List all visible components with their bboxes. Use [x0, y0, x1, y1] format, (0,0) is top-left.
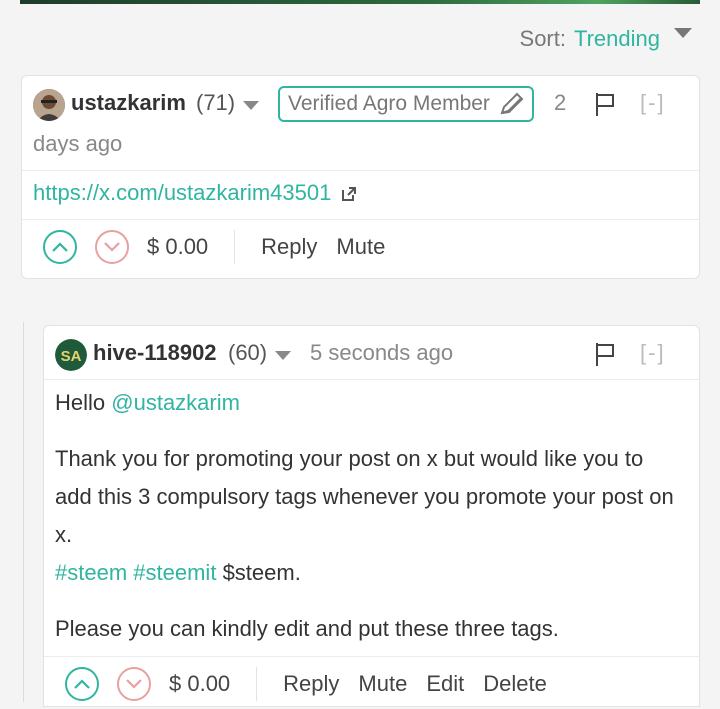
- reply-link[interactable]: Reply: [283, 671, 339, 697]
- mute-link[interactable]: Mute: [358, 671, 407, 697]
- chevron-down-icon: [104, 242, 120, 252]
- divider: [234, 230, 236, 264]
- pencil-icon: [500, 92, 524, 115]
- author-menu-caret-icon[interactable]: [243, 101, 259, 110]
- chevron-down-icon: [126, 679, 142, 689]
- edit-link[interactable]: Edit: [426, 671, 464, 697]
- divider: [22, 170, 699, 171]
- tags-line: #steem #steemit $steem.: [55, 554, 679, 592]
- greeting-line: Hello @ustazkarim: [55, 384, 679, 422]
- sort-dropdown-icon[interactable]: [674, 28, 692, 38]
- comment-link[interactable]: https://x.com/ustazkarim43501: [33, 180, 331, 205]
- flag-icon[interactable]: [594, 91, 616, 117]
- downvote-button[interactable]: [117, 667, 151, 701]
- avatar[interactable]: SA: [55, 339, 87, 371]
- body-paragraph: Thank you for promoting your post on x b…: [55, 446, 674, 547]
- sort-label: Sort:: [519, 26, 566, 51]
- tag-link[interactable]: #steemit: [133, 560, 216, 585]
- external-link-icon: [342, 187, 357, 201]
- comment-time: 5 seconds ago: [310, 340, 454, 365]
- delete-link[interactable]: Delete: [483, 671, 547, 697]
- divider: [22, 219, 699, 220]
- chevron-up-icon: [74, 679, 90, 689]
- token-text: $steem.: [222, 560, 301, 585]
- comment-author[interactable]: hive-118902: [93, 340, 217, 366]
- post-image-strip: [20, 0, 700, 4]
- divider: [256, 667, 258, 701]
- comment-card: ustazkarim (71) Verified Agro Member 2 […: [21, 75, 700, 279]
- svg-text:SA: SA: [61, 348, 82, 365]
- author-reputation: (60): [228, 340, 268, 365]
- member-badge: Verified Agro Member: [278, 86, 534, 122]
- divider: [44, 379, 699, 380]
- comment-body: https://x.com/ustazkarim43501: [33, 174, 679, 212]
- avatar[interactable]: [33, 89, 65, 121]
- collapse-toggle[interactable]: [-]: [640, 90, 666, 116]
- author-reputation: (71): [196, 90, 236, 115]
- thread-line: [23, 322, 24, 702]
- sort-control[interactable]: Sort: Trending: [520, 24, 692, 54]
- comment-footer: $ 0.00 Reply Mute Edit Delete: [44, 659, 699, 709]
- divider: [44, 656, 699, 657]
- closing-paragraph: Please you can kindly edit and put these…: [55, 616, 559, 641]
- payout-value[interactable]: $ 0.00: [169, 671, 230, 697]
- author-menu-caret-icon[interactable]: [275, 351, 291, 360]
- chevron-up-icon: [52, 242, 68, 252]
- downvote-button[interactable]: [95, 230, 129, 264]
- sort-value[interactable]: Trending: [574, 26, 660, 52]
- upvote-button[interactable]: [43, 230, 77, 264]
- payout-value[interactable]: $ 0.00: [147, 234, 208, 260]
- mention-link[interactable]: @ustazkarim: [111, 390, 240, 415]
- tag-link[interactable]: #steem: [55, 560, 127, 585]
- comment-card: SA hive-118902 (60) 5 seconds ago [-] He…: [43, 325, 700, 707]
- comment-body: Hello @ustazkarim Thank you for promotin…: [55, 384, 679, 648]
- comment-footer: $ 0.00 Reply Mute: [22, 222, 699, 272]
- flag-icon[interactable]: [594, 341, 616, 367]
- greeting-text: Hello: [55, 390, 106, 415]
- member-badge-label: Verified Agro Member: [288, 92, 490, 115]
- reply-link[interactable]: Reply: [261, 234, 317, 260]
- collapse-toggle[interactable]: [-]: [640, 340, 666, 366]
- comment-time-part2: days ago: [33, 131, 123, 156]
- comment-author[interactable]: ustazkarim: [71, 90, 186, 116]
- comment-time-part1: 2: [554, 90, 567, 115]
- upvote-button[interactable]: [65, 667, 99, 701]
- mute-link[interactable]: Mute: [336, 234, 385, 260]
